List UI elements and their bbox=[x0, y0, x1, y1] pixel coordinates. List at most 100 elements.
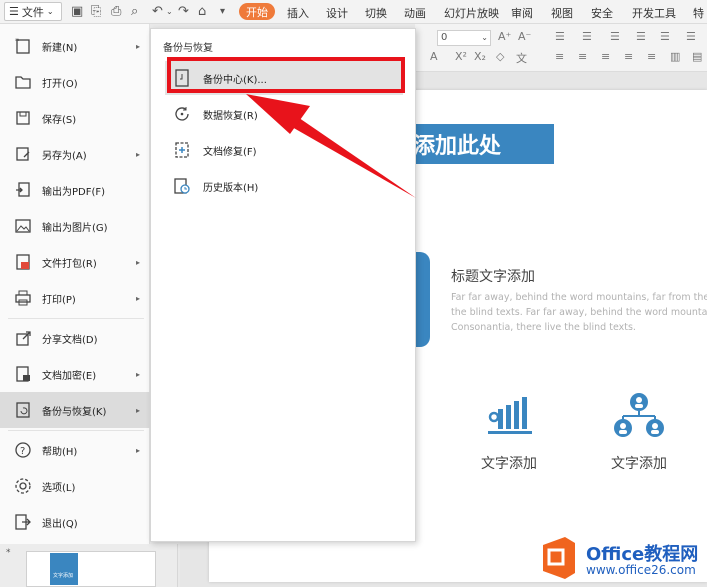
slide-body-line: the blind texts. Far far away, behind th… bbox=[451, 307, 707, 318]
menu-item-exit[interactable]: 退出(Q) bbox=[0, 504, 150, 540]
submenu-item-label: 文档修复(F) bbox=[203, 146, 257, 158]
print-icon bbox=[15, 290, 31, 306]
slide-title[interactable]: 添加此处 bbox=[407, 124, 554, 164]
menu-item-export-image[interactable]: 输出为图片(G) bbox=[0, 208, 150, 244]
chevron-right-icon: ▸ bbox=[136, 293, 141, 303]
line-spacing-icon[interactable]: ☰ bbox=[660, 30, 670, 43]
menu-divider bbox=[8, 430, 144, 431]
submenu-item-document-repair[interactable]: 文档修复(F) bbox=[165, 133, 403, 167]
align-right-icon[interactable]: ≡ bbox=[601, 50, 610, 63]
font-color-icon[interactable]: A bbox=[430, 50, 438, 63]
team-structure-icon bbox=[614, 393, 664, 437]
data-recovery-icon bbox=[175, 107, 189, 121]
menu-item-new[interactable]: * 新建(N) ▸ bbox=[0, 28, 150, 64]
columns-icon[interactable]: ▥ bbox=[670, 50, 680, 63]
backup-icon bbox=[16, 402, 30, 418]
tab-insert[interactable]: 插入 bbox=[287, 5, 309, 21]
menu-item-backup-restore[interactable]: 备份与恢复(K) ▸ bbox=[0, 392, 150, 428]
file-menu: * 新建(N) ▸ 打开(O) 保存(S) 另存为(A) ▸ 输出为PDF(F)… bbox=[0, 24, 150, 544]
redo-icon[interactable]: ↷ bbox=[178, 4, 189, 20]
slide-caption[interactable]: 文字添加 bbox=[481, 453, 537, 473]
submenu-item-data-recovery[interactable]: 数据恢复(R) bbox=[165, 97, 403, 131]
tab-view[interactable]: 视图 bbox=[551, 5, 573, 21]
menu-item-label: 文件打包(R) bbox=[42, 258, 97, 270]
menu-item-encrypt[interactable]: 文档加密(E) ▸ bbox=[0, 356, 150, 392]
thumbnail-label: 文字添加 bbox=[53, 573, 74, 579]
chevron-right-icon: ▸ bbox=[136, 149, 141, 159]
tab-review[interactable]: 审阅 bbox=[511, 5, 533, 21]
save-icon bbox=[16, 111, 30, 125]
backup-restore-submenu: 备份与恢复 备份中心(K)... 数据恢复(R) 文档修复(F) 历史版本(H) bbox=[150, 28, 416, 542]
undo-icon[interactable]: ↶ bbox=[152, 4, 163, 20]
bullet-list-icon[interactable]: ☰ bbox=[555, 30, 565, 43]
file-menu-button[interactable]: ☰ 文件 ⌄ bbox=[4, 2, 62, 21]
menu-item-label: 帮助(H) bbox=[42, 446, 78, 458]
format-painter-icon[interactable]: ⌂ bbox=[198, 4, 206, 20]
watermark-url: www.office26.com bbox=[586, 563, 696, 577]
tab-animation[interactable]: 动画 bbox=[404, 5, 426, 21]
clear-format-icon[interactable]: ◇ bbox=[496, 50, 504, 63]
font-size-input[interactable]: 0 ⌄ bbox=[437, 30, 491, 46]
submenu-item-label: 数据恢复(R) bbox=[203, 110, 258, 122]
text-direction-icon[interactable]: ☰ bbox=[686, 30, 696, 43]
font-shrink-icon[interactable]: A⁻ bbox=[518, 30, 531, 43]
menu-item-label: 打开(O) bbox=[42, 78, 78, 90]
help-icon: ? bbox=[15, 442, 31, 458]
menu-item-label: 新建(N) bbox=[42, 42, 78, 54]
folder-open-icon bbox=[15, 76, 31, 89]
menu-item-open[interactable]: 打开(O) bbox=[0, 64, 150, 100]
history-version-icon bbox=[174, 178, 190, 194]
save-icon[interactable]: ▣ bbox=[71, 4, 83, 20]
chevron-right-icon: ▸ bbox=[136, 405, 141, 415]
chevron-right-icon: ▸ bbox=[136, 257, 141, 267]
pdf-icon bbox=[16, 182, 30, 197]
save-as-icon bbox=[16, 147, 30, 161]
tab-start[interactable]: 开始 bbox=[239, 3, 275, 20]
export-icon[interactable]: ⎘ bbox=[91, 4, 101, 20]
numbered-list-icon[interactable]: ☰ bbox=[582, 30, 592, 43]
slide-caption[interactable]: 文字添加 bbox=[611, 453, 667, 473]
encrypt-icon bbox=[16, 366, 30, 382]
menu-item-save[interactable]: 保存(S) bbox=[0, 100, 150, 136]
undo-dropdown-icon[interactable]: ⌄ bbox=[166, 4, 173, 20]
menu-item-export-pdf[interactable]: 输出为PDF(F) bbox=[0, 172, 150, 208]
phonetic-icon[interactable]: 文 bbox=[516, 50, 527, 66]
chevron-right-icon: ▸ bbox=[136, 445, 141, 455]
tab-developer[interactable]: 开发工具 bbox=[632, 5, 676, 21]
subscript-icon[interactable]: X₂ bbox=[474, 50, 486, 63]
font-size-value: 0 bbox=[441, 32, 448, 43]
outdent-icon[interactable]: ☰ bbox=[636, 30, 646, 43]
menu-item-help[interactable]: ? 帮助(H) ▸ bbox=[0, 432, 150, 468]
chevron-right-icon: ▸ bbox=[136, 41, 141, 51]
menu-item-save-as[interactable]: 另存为(A) ▸ bbox=[0, 136, 150, 172]
more-dropdown-icon[interactable]: ▾ bbox=[220, 4, 225, 20]
menu-divider bbox=[8, 318, 144, 319]
superscript-icon[interactable]: X² bbox=[455, 50, 467, 63]
tab-transition[interactable]: 切换 bbox=[365, 5, 387, 21]
align-left-icon[interactable]: ≡ bbox=[555, 50, 564, 63]
slide-thumbnail[interactable] bbox=[26, 551, 156, 587]
justify-icon[interactable]: ≡ bbox=[624, 50, 633, 63]
svg-text:?: ? bbox=[20, 446, 25, 457]
menu-item-options[interactable]: 选项(L) bbox=[0, 468, 150, 504]
slide-heading[interactable]: 标题文字添加 bbox=[451, 266, 535, 286]
print-icon[interactable]: ⎙ bbox=[111, 4, 121, 20]
distribute-icon[interactable]: ≡ bbox=[647, 50, 656, 63]
font-grow-icon[interactable]: A⁺ bbox=[498, 30, 511, 43]
tab-security[interactable]: 安全 bbox=[591, 5, 613, 21]
image-icon bbox=[15, 219, 31, 233]
exit-icon bbox=[15, 514, 31, 530]
tab-design[interactable]: 设计 bbox=[326, 5, 348, 21]
menu-item-share[interactable]: 分享文档(D) bbox=[0, 320, 150, 356]
print-preview-icon[interactable]: ⌕ bbox=[131, 4, 138, 20]
submenu-item-history-version[interactable]: 历史版本(H) bbox=[165, 169, 403, 203]
align-text-icon[interactable]: ▤ bbox=[692, 50, 702, 63]
tab-slideshow[interactable]: 幻灯片放映 bbox=[444, 5, 499, 21]
indent-icon[interactable]: ☰ bbox=[610, 30, 620, 43]
menu-item-print[interactable]: 打印(P) ▸ bbox=[0, 280, 150, 316]
file-menu-label: 文件 bbox=[21, 5, 44, 19]
package-icon bbox=[16, 254, 30, 270]
tab-more[interactable]: 特 bbox=[693, 5, 704, 21]
menu-item-package[interactable]: 文件打包(R) ▸ bbox=[0, 244, 150, 280]
align-center-icon[interactable]: ≡ bbox=[578, 50, 587, 63]
